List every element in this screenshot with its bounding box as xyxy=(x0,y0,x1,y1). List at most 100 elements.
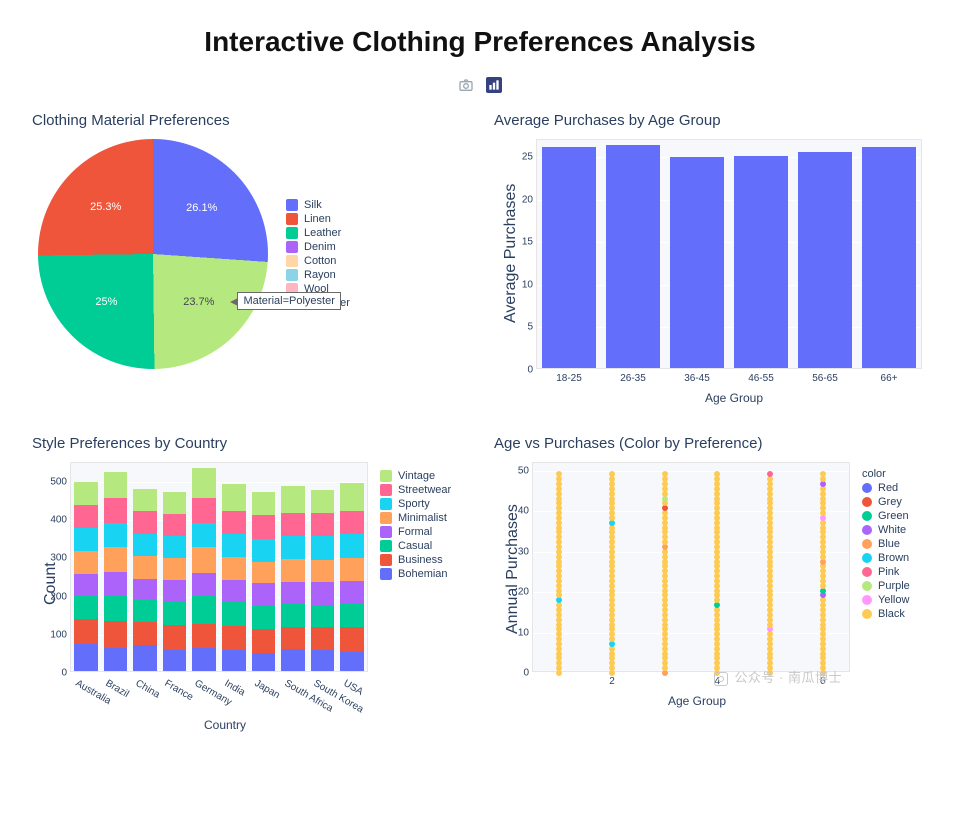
legend-label: Grey xyxy=(878,496,902,508)
stacked-segment xyxy=(281,536,305,559)
scatter-chart[interactable]: 01020304050246 xyxy=(532,462,850,672)
legend-item[interactable]: Casual xyxy=(380,540,470,552)
stacked-segment xyxy=(281,582,305,604)
camera-icon[interactable] xyxy=(458,77,474,93)
stacked-bar[interactable] xyxy=(281,486,305,671)
panel-title-scatter: Age vs Purchases (Color by Preference) xyxy=(494,435,932,452)
stacked-segment xyxy=(252,562,276,583)
legend-item[interactable]: Leather xyxy=(286,227,350,239)
stacked-bar[interactable] xyxy=(340,483,364,671)
legend-item[interactable]: Cotton xyxy=(286,255,350,267)
y-tick: 5 xyxy=(511,322,533,333)
scatter-legend: color RedGreyGreenWhiteBlueBrownPinkPurp… xyxy=(862,468,932,672)
pie-slice-label: 23.7% xyxy=(183,296,214,308)
legend-label: Minimalist xyxy=(398,512,447,524)
stacked-segment xyxy=(74,551,98,574)
panel-title-bar: Average Purchases by Age Group xyxy=(494,112,932,129)
stacked-segment xyxy=(311,605,335,627)
stacked-bar[interactable] xyxy=(133,489,157,671)
legend-item[interactable]: Streetwear xyxy=(380,484,470,496)
legend-item[interactable]: Purple xyxy=(862,580,932,592)
legend-item[interactable]: Vintage xyxy=(380,470,470,482)
x-tick: 26-35 xyxy=(620,373,646,384)
x-tick: 46-55 xyxy=(748,373,774,384)
stacked-segment xyxy=(340,627,364,652)
legend-item[interactable]: Black xyxy=(862,608,932,620)
stacked-segment xyxy=(340,558,364,581)
stacked-segment xyxy=(222,484,246,511)
legend-label: Vintage xyxy=(398,470,435,482)
pie-chart[interactable]: 26.1%23.7%25%25.3%Material=Polyester xyxy=(38,139,268,369)
legend-label: Bohemian xyxy=(398,568,448,580)
stacked-bar[interactable] xyxy=(192,468,216,671)
legend-item[interactable]: Minimalist xyxy=(380,512,470,524)
bar[interactable] xyxy=(606,145,661,368)
legend-label: Silk xyxy=(304,199,322,211)
stacked-bar[interactable] xyxy=(311,490,335,671)
stacked-segment xyxy=(311,627,335,650)
x-tick: Japan xyxy=(252,678,281,701)
stacked-segment xyxy=(163,492,187,514)
legend-item[interactable]: Bohemian xyxy=(380,568,470,580)
stacked-segment xyxy=(222,602,246,626)
stacked-xlabel: Country xyxy=(70,718,380,732)
legend-item[interactable]: Green xyxy=(862,510,932,522)
panel-style-stacked: Style Preferences by Country 01002003004… xyxy=(18,423,480,750)
legend-item[interactable]: White xyxy=(862,524,932,536)
panel-avg-purchase-bar: Average Purchases by Age Group 051015202… xyxy=(480,100,942,423)
stacked-segment xyxy=(311,650,335,671)
stacked-segment xyxy=(222,650,246,671)
legend-item[interactable]: Red xyxy=(862,482,932,494)
stacked-segment xyxy=(192,648,216,671)
legend-item[interactable]: Business xyxy=(380,554,470,566)
stacked-bar[interactable] xyxy=(74,482,98,671)
legend-item[interactable]: Formal xyxy=(380,526,470,538)
pie-slice-label: 25.3% xyxy=(90,201,121,213)
stacked-bar[interactable] xyxy=(252,492,276,671)
stacked-bar[interactable] xyxy=(222,484,246,671)
legend-item[interactable]: Brown xyxy=(862,552,932,564)
stacked-segment xyxy=(340,511,364,535)
barchart-icon[interactable] xyxy=(486,77,502,93)
legend-item[interactable]: Yellow xyxy=(862,594,932,606)
scatter-point xyxy=(556,471,562,477)
y-tick: 100 xyxy=(45,629,67,640)
legend-swatch xyxy=(380,498,392,510)
legend-item[interactable]: Blue xyxy=(862,538,932,550)
bar[interactable] xyxy=(862,147,917,368)
legend-item[interactable]: Denim xyxy=(286,241,350,253)
scatter-xlabel: Age Group xyxy=(532,694,862,708)
stacked-segment xyxy=(74,619,98,644)
legend-swatch xyxy=(862,553,872,563)
stacked-segment xyxy=(281,513,305,536)
stacked-segment xyxy=(192,596,216,624)
legend-item[interactable]: Sporty xyxy=(380,498,470,510)
stacked-segment xyxy=(311,582,335,605)
legend-item[interactable]: Grey xyxy=(862,496,932,508)
legend-label: Casual xyxy=(398,540,432,552)
stacked-segment xyxy=(252,583,276,606)
watermark: 公众号 · 南瓜博士 xyxy=(714,667,842,686)
legend-label: Brown xyxy=(878,552,909,564)
legend-item[interactable]: Rayon xyxy=(286,269,350,281)
legend-item[interactable]: Linen xyxy=(286,213,350,225)
bar[interactable] xyxy=(798,152,853,368)
stacked-bar[interactable] xyxy=(104,472,128,671)
legend-swatch xyxy=(862,539,872,549)
stacked-legend: Vintage Streetwear Sporty Minimalist Formal C… xyxy=(380,468,470,672)
legend-label: Formal xyxy=(398,526,432,538)
stacked-segment xyxy=(133,556,157,579)
legend-item[interactable]: Pink xyxy=(862,566,932,578)
legend-item[interactable]: Silk xyxy=(286,199,350,211)
bar[interactable] xyxy=(734,156,789,368)
bar[interactable] xyxy=(670,157,725,368)
bar[interactable] xyxy=(542,147,597,368)
stacked-segment xyxy=(104,595,128,620)
stacked-bar-chart[interactable]: 0100200300400500 xyxy=(70,462,368,672)
y-tick: 50 xyxy=(507,466,529,477)
stacked-segment xyxy=(222,557,246,580)
legend-swatch xyxy=(380,554,392,566)
stacked-bar[interactable] xyxy=(163,492,187,671)
bar-chart[interactable]: 051015202518-2526-3536-4546-5556-6566+ xyxy=(536,139,922,369)
stacked-segment xyxy=(340,652,364,671)
